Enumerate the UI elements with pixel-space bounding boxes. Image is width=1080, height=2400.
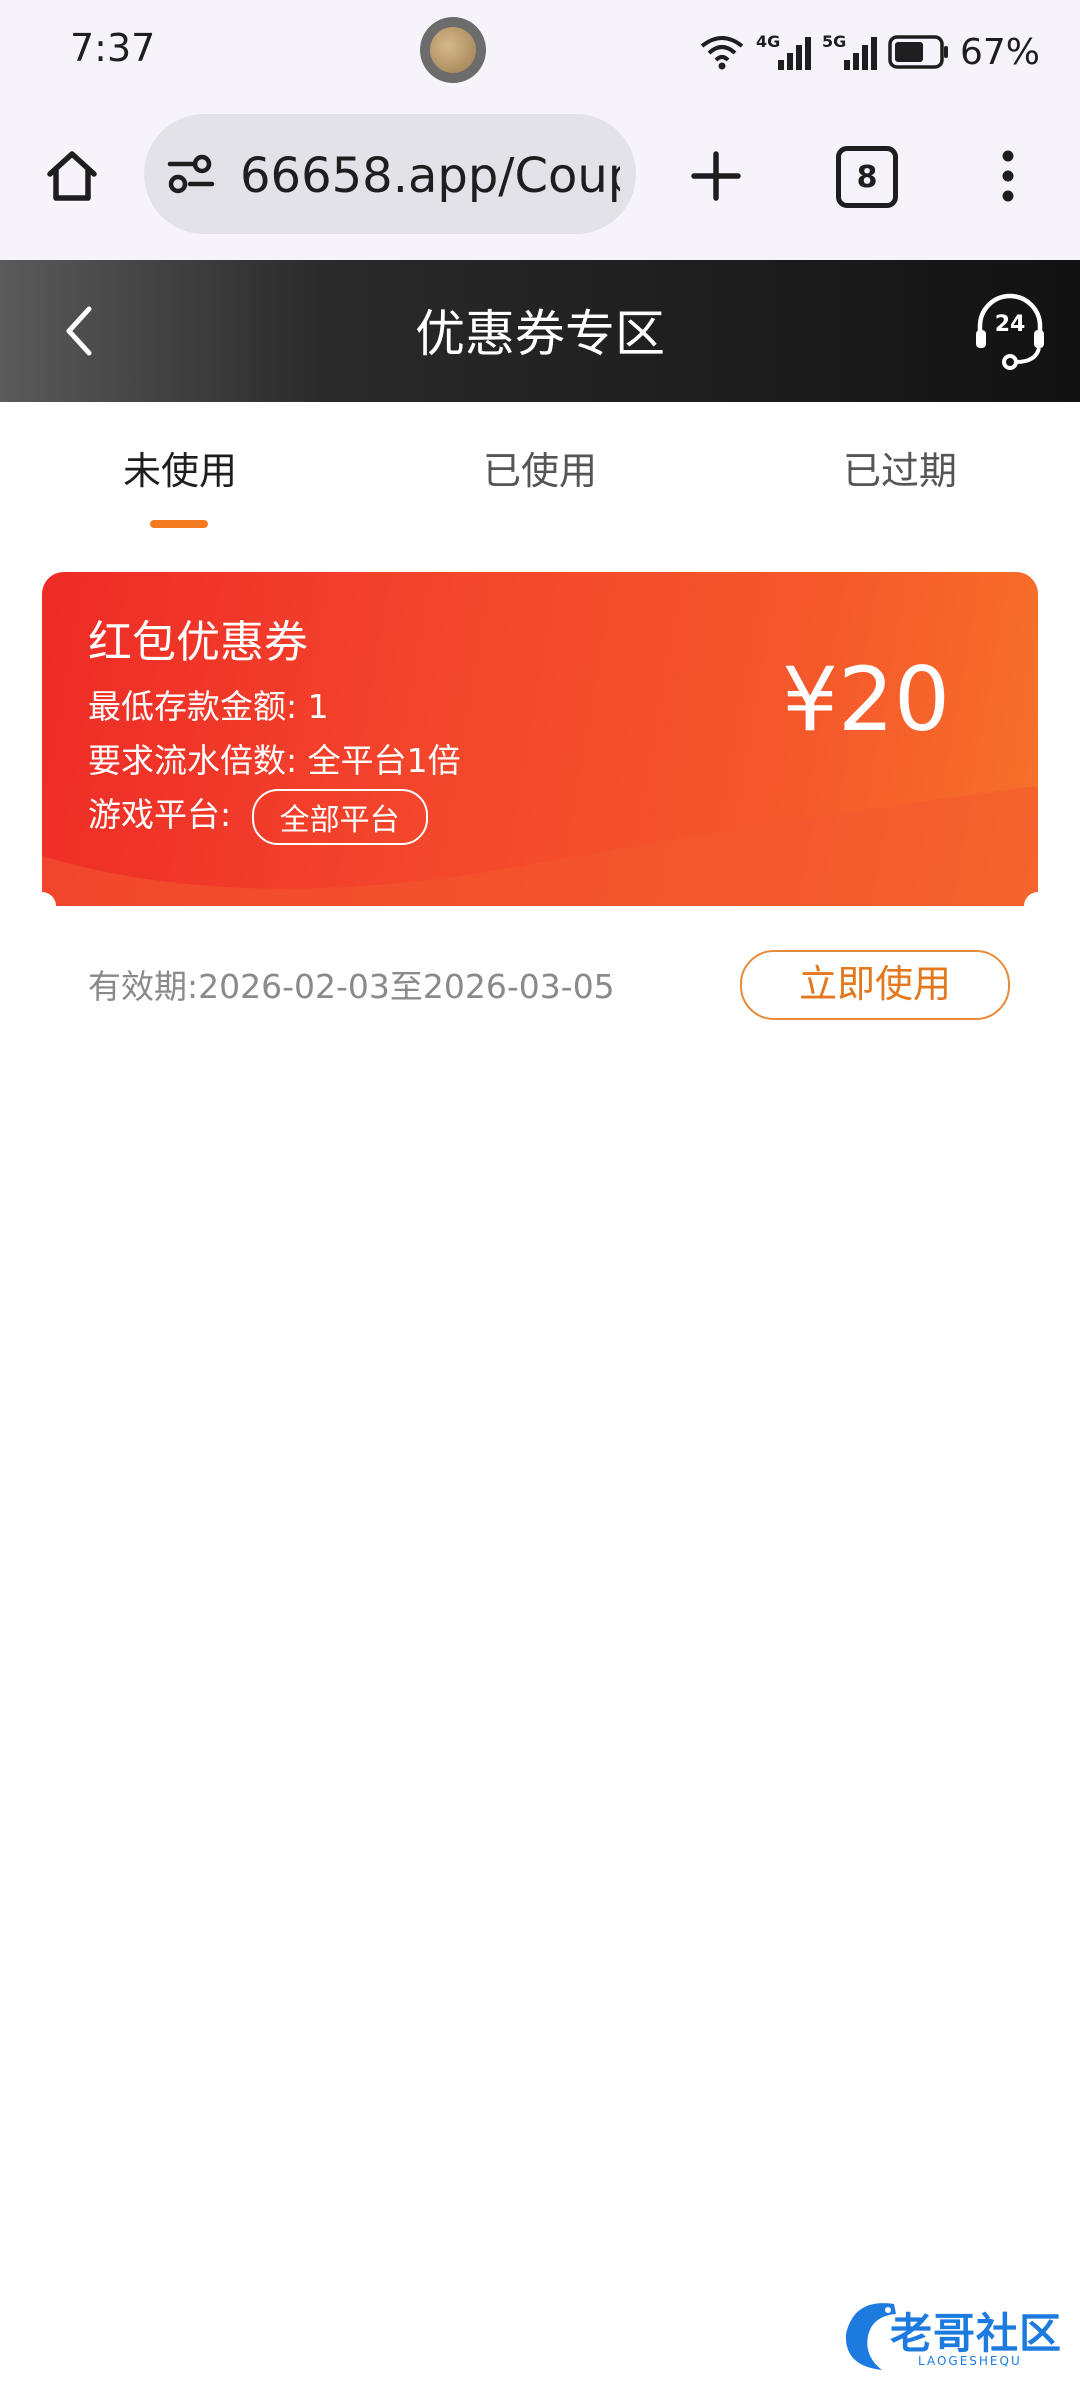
- status-time: 7:37: [70, 26, 156, 70]
- tab-unused[interactable]: 未使用: [60, 440, 300, 495]
- coupon-amount: ¥20: [782, 648, 950, 751]
- plus-icon: [691, 151, 741, 201]
- watermark-subtext: LAOGESHEQU: [918, 2354, 1022, 2368]
- coupon-platform-label: 游戏平台:: [88, 795, 232, 834]
- tab-switcher-button[interactable]: 8: [836, 146, 898, 208]
- page-title: 优惠券专区: [415, 305, 665, 363]
- battery-percent: 67%: [959, 31, 1040, 73]
- browser-toolbar: 66658.app/Coup 8: [0, 104, 1080, 260]
- watermark-logo: 老哥社区 LAOGESHEQU: [834, 2290, 1066, 2380]
- status-bar: 7:37 4G 5G 67%: [0, 0, 1080, 104]
- signal-5g-icon: 5G: [822, 32, 878, 72]
- wifi-icon: [700, 36, 744, 70]
- coupon-min-deposit: 最低存款金额: 1: [88, 687, 329, 726]
- use-now-button[interactable]: 立即使用: [740, 950, 1010, 1020]
- browser-menu-button[interactable]: [980, 140, 1036, 212]
- coupon-title: 红包优惠券: [88, 617, 308, 668]
- battery-icon: [888, 35, 948, 69]
- app-header: 优惠券专区 24: [0, 260, 1080, 402]
- home-icon: [47, 151, 97, 201]
- site-settings-icon[interactable]: [166, 152, 216, 196]
- watermark-text: 老哥社区: [890, 2309, 1063, 2358]
- coupon-card: 红包优惠券 最低存款金额: 1 要求流水倍数: 全平台1倍 游戏平台: 全部平台…: [42, 572, 1038, 906]
- coupon-platform-row: 游戏平台: 全部平台: [88, 788, 428, 845]
- coupon-turnover: 要求流水倍数: 全平台1倍: [88, 741, 461, 780]
- active-tab-indicator: [150, 520, 208, 528]
- new-tab-button[interactable]: [676, 140, 756, 212]
- url-text[interactable]: 66658.app/Coup: [240, 148, 620, 204]
- status-icons: 4G 5G 67%: [698, 24, 1040, 80]
- more-vertical-icon: [1002, 150, 1014, 202]
- signal-4g-icon: 4G: [756, 32, 812, 72]
- address-bar[interactable]: 66658.app/Coup: [144, 114, 636, 234]
- support-24-label: 24: [994, 312, 1026, 337]
- coupon-validity: 有效期:2026-02-03至2026-03-05: [88, 967, 615, 1006]
- customer-support-button[interactable]: 24: [970, 286, 1050, 376]
- tab-expired[interactable]: 已过期: [780, 440, 1020, 495]
- home-button[interactable]: [36, 140, 108, 212]
- coupon-platform-tag: 全部平台: [251, 788, 428, 845]
- coupon-status-tabs: 未使用 已使用 已过期: [0, 402, 1080, 532]
- notification-avatar-icon: [420, 17, 486, 83]
- tab-used[interactable]: 已使用: [420, 440, 660, 495]
